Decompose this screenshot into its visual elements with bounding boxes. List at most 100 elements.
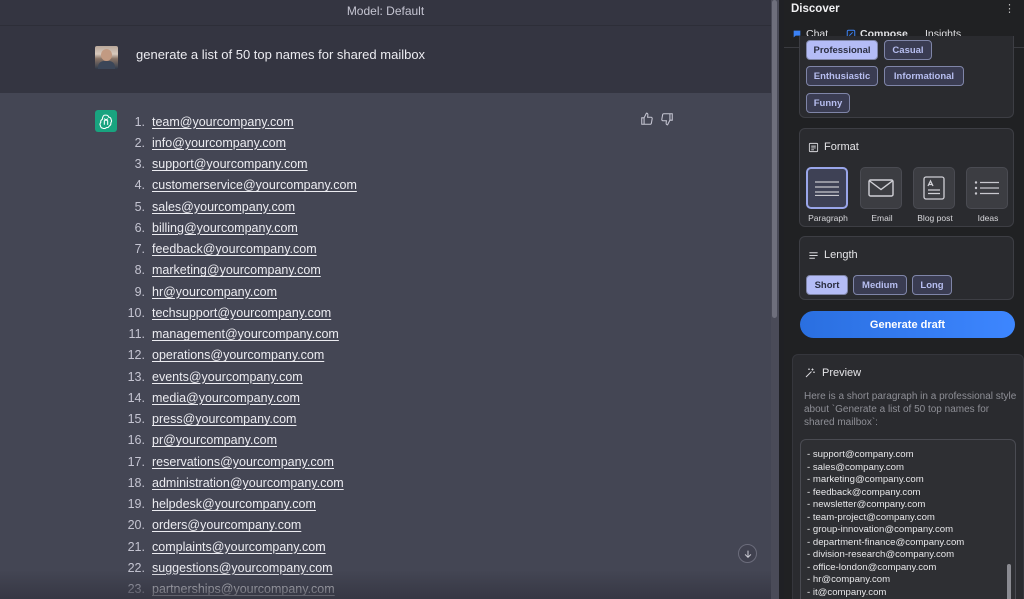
preview-line: - division-research@company.com — [807, 549, 955, 560]
discover-header: Discover ⋮ — [784, 0, 1024, 20]
preview-line: - support@company.com — [807, 449, 914, 460]
email-link[interactable]: administration@yourcompany.com — [152, 476, 344, 490]
chat-scrollbar-thumb[interactable] — [772, 0, 777, 318]
list-item: 4. customerservice@yourcompany.com — [118, 175, 357, 196]
format-option-ideas[interactable]: Ideas — [966, 167, 1010, 223]
format-label-email: Email — [871, 213, 893, 223]
preview-line: - department-finance@company.com — [807, 536, 965, 548]
user-avatar — [95, 46, 118, 69]
user-message-text: generate a list of 50 top names for shar… — [136, 47, 426, 62]
list-item-number: 11. — [128, 327, 145, 342]
length-chip-medium[interactable]: Medium — [853, 275, 907, 295]
email-link[interactable]: complaints@yourcompany.com — [152, 540, 326, 554]
format-icon — [808, 142, 819, 152]
list-item-number: 17. — [127, 454, 145, 469]
preview-lines: - support@company.com - sales@company.com… — [807, 449, 964, 599]
email-link[interactable]: support@yourcompany.com — [152, 157, 308, 171]
list-item-number: 7. — [134, 242, 145, 257]
email-link[interactable]: feedback@yourcompany.com — [152, 242, 317, 256]
format-option-blog-post[interactable]: Blog post — [913, 167, 957, 223]
email-link[interactable]: suggestions@yourcompany.com — [152, 561, 333, 575]
email-link[interactable]: team@yourcompany.com — [152, 115, 294, 129]
list-item: 2. info@yourcompany.com — [118, 132, 357, 153]
arrow-down-icon — [744, 550, 751, 558]
paragraph-icon — [806, 167, 848, 209]
tone-chip-professional[interactable]: Professional — [806, 40, 878, 60]
email-link[interactable]: techsupport@yourcompany.com — [152, 306, 331, 320]
list-item-number: 9. — [134, 284, 145, 299]
openai-logo-icon — [95, 110, 117, 132]
app-window: Model: Default generate a list of 50 top… — [0, 0, 1024, 599]
length-chip-long[interactable]: Long — [912, 275, 952, 295]
thumbs-down-icon[interactable] — [660, 112, 674, 126]
email-link[interactable]: marketing@yourcompany.com — [152, 263, 321, 277]
list-item-number: 8. — [134, 263, 145, 278]
list-item-number: 1. — [134, 114, 145, 129]
format-label-blog-post: Blog post — [917, 213, 953, 223]
email-link[interactable]: operations@yourcompany.com — [152, 348, 324, 362]
format-option-email[interactable]: Email — [860, 167, 904, 223]
email-link[interactable]: partnerships@yourcompany.com — [152, 582, 335, 596]
list-item: 11. management@yourcompany.com — [118, 324, 357, 345]
format-label-ideas: Ideas — [977, 213, 999, 223]
list-item: 8. marketing@yourcompany.com — [118, 260, 357, 281]
length-chip-short[interactable]: Short — [806, 275, 848, 295]
list-item-number: 4. — [134, 178, 145, 193]
user-message-row: generate a list of 50 top names for shar… — [0, 26, 771, 93]
list-item-number: 21. — [127, 539, 145, 554]
length-icon — [809, 251, 818, 259]
scroll-fade — [0, 570, 771, 599]
format-label-paragraph: Paragraph — [808, 213, 848, 223]
preview-line: - office-london@company.com — [807, 561, 937, 573]
tone-chip-funny[interactable]: Funny — [806, 93, 850, 113]
list-item: 21. complaints@yourcompany.com — [118, 536, 357, 557]
email-link[interactable]: billing@yourcompany.com — [152, 221, 298, 235]
list-item: 19. helpdesk@yourcompany.com — [118, 494, 357, 515]
generate-draft-button[interactable]: Generate draft — [800, 311, 1015, 338]
answer-email-list: 1. team@yourcompany.com 2. info@yourcompany… — [118, 111, 357, 599]
email-link[interactable]: customerservice@yourcompany.com — [152, 178, 357, 192]
format-heading: Format — [808, 141, 859, 153]
list-item-number: 22. — [127, 560, 145, 575]
list-item-number: 12. — [127, 348, 145, 363]
email-link[interactable]: sales@yourcompany.com — [152, 200, 295, 214]
blog-post-icon — [913, 167, 955, 209]
list-item: 16. pr@yourcompany.com — [118, 430, 357, 451]
list-item: 14. media@yourcompany.com — [118, 387, 357, 408]
preview-line: - marketing@company.com — [807, 474, 924, 485]
preview-line: - group-innovation@company.com — [807, 524, 954, 535]
format-title: Format — [824, 141, 859, 153]
email-link[interactable]: pr@yourcompany.com — [152, 433, 277, 447]
list-item-number: 10. — [127, 305, 145, 320]
tone-card: Professional Casual Enthusiastic Informa… — [799, 36, 1014, 118]
preview-scrollbar-thumb[interactable] — [1007, 564, 1011, 599]
list-item-number: 19. — [127, 497, 145, 512]
list-item: 6. billing@yourcompany.com — [118, 217, 357, 238]
scroll-to-bottom-button[interactable] — [738, 544, 757, 563]
format-option-paragraph[interactable]: Paragraph — [806, 167, 850, 223]
list-item: 18. administration@yourcompany.com — [118, 472, 357, 493]
preview-output[interactable]: - support@company.com - sales@company.com… — [800, 439, 1016, 599]
email-link[interactable]: info@yourcompany.com — [152, 136, 286, 150]
preview-line: - hr@company.com — [807, 574, 891, 585]
tone-chip-casual[interactable]: Casual — [884, 40, 932, 60]
tone-chip-enthusiastic[interactable]: Enthusiastic — [806, 66, 878, 86]
more-options-icon[interactable]: ⋮ — [1004, 2, 1015, 15]
email-link[interactable]: events@yourcompany.com — [152, 370, 303, 384]
list-item-number: 18. — [127, 475, 145, 490]
list-item: 22. suggestions@yourcompany.com — [118, 557, 357, 578]
tone-chip-informational[interactable]: Informational — [884, 66, 964, 86]
list-item-number: 16. — [127, 433, 145, 448]
thumbs-up-icon[interactable] — [640, 112, 654, 126]
discover-title: Discover — [791, 3, 840, 15]
discover-panel: Discover ⋮ Chat Compose Insights Profess… — [784, 0, 1024, 599]
email-link[interactable]: orders@yourcompany.com — [152, 518, 301, 532]
list-item: 23. partnerships@yourcompany.com — [118, 579, 357, 599]
email-link[interactable]: helpdesk@yourcompany.com — [152, 497, 316, 511]
email-link[interactable]: media@yourcompany.com — [152, 391, 300, 405]
email-link[interactable]: hr@yourcompany.com — [152, 285, 277, 299]
email-link[interactable]: management@yourcompany.com — [152, 327, 339, 341]
email-link[interactable]: press@yourcompany.com — [152, 412, 296, 426]
email-link[interactable]: reservations@yourcompany.com — [152, 455, 334, 469]
list-item: 10. techsupport@yourcompany.com — [118, 302, 357, 323]
